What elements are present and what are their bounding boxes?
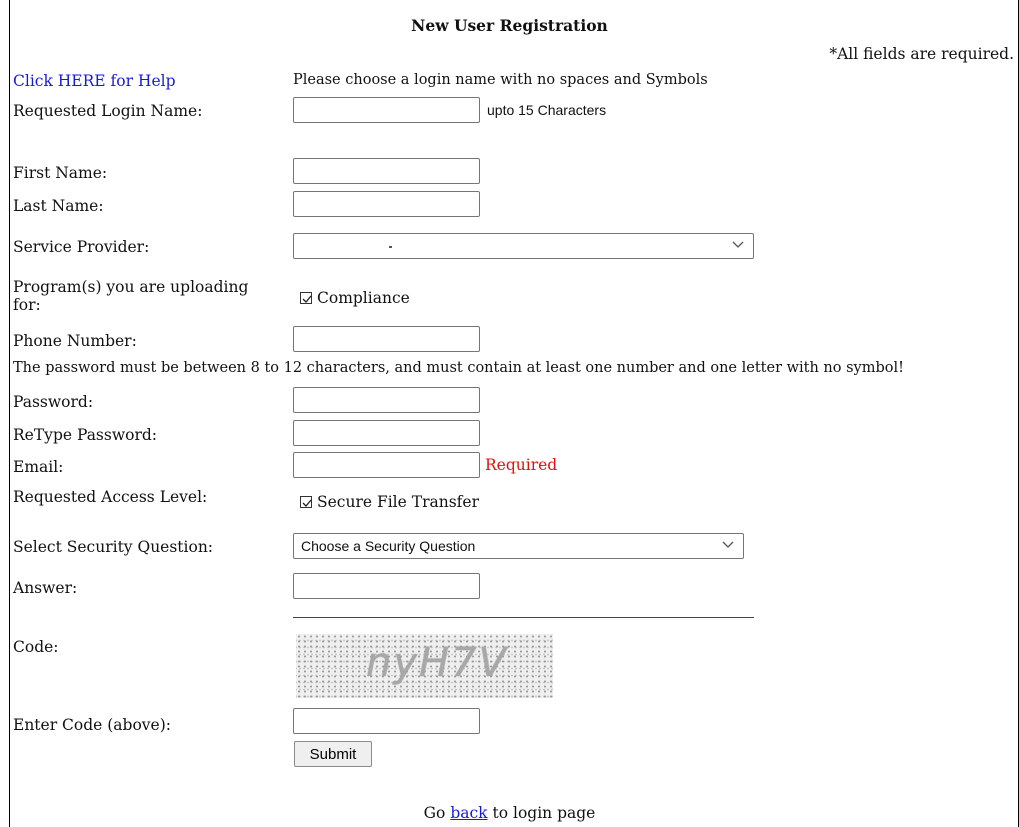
phone-input[interactable]	[293, 326, 480, 352]
email-input[interactable]	[293, 452, 480, 478]
redacted-mark	[389, 246, 392, 248]
checkmark-icon	[302, 295, 312, 303]
secure-file-transfer-option[interactable]: Secure File Transfer	[300, 493, 479, 511]
security-question-label: Select Security Question:	[13, 538, 214, 556]
secure-file-transfer-label: Secure File Transfer	[317, 493, 479, 511]
help-link[interactable]: Click HERE for Help	[13, 72, 176, 90]
code-label: Code:	[13, 638, 59, 656]
answer-input[interactable]	[293, 573, 480, 599]
compliance-checkbox[interactable]	[300, 292, 312, 304]
email-label: Email:	[13, 458, 64, 476]
chevron-down-icon	[732, 241, 744, 248]
secure-file-transfer-checkbox[interactable]	[300, 496, 312, 508]
registration-page: New User Registration *All fields are re…	[0, 0, 1019, 827]
left-border	[9, 0, 10, 827]
enter-code-input[interactable]	[293, 708, 480, 734]
password-label: Password:	[13, 393, 94, 411]
compliance-label: Compliance	[317, 289, 410, 307]
retype-password-input[interactable]	[293, 420, 480, 446]
required-note: *All fields are required.	[829, 45, 1014, 63]
last-name-label: Last Name:	[13, 197, 104, 215]
security-question-value: Choose a Security Question	[301, 538, 476, 554]
password-input[interactable]	[293, 387, 480, 413]
compliance-option[interactable]: Compliance	[300, 289, 410, 307]
login-name-input[interactable]	[293, 97, 480, 123]
programs-label: Program(s) you are uploading for:	[13, 278, 249, 314]
first-name-label: First Name:	[13, 164, 108, 182]
password-rule: The password must be between 8 to 12 cha…	[13, 360, 904, 376]
phone-label: Phone Number:	[13, 332, 137, 350]
captcha-image: nyH7V	[296, 634, 553, 698]
last-name-input[interactable]	[293, 191, 480, 217]
captcha-text: nyH7V	[366, 640, 508, 686]
access-level-label: Requested Access Level:	[13, 488, 208, 506]
retype-password-label: ReType Password:	[13, 426, 157, 444]
enter-code-label: Enter Code (above):	[13, 716, 171, 734]
service-provider-select[interactable]	[293, 233, 754, 259]
email-required-text: Required	[485, 456, 558, 474]
answer-label: Answer:	[13, 579, 78, 597]
login-name-label: Requested Login Name:	[13, 102, 203, 120]
footer-suffix: to login page	[492, 804, 596, 822]
footer-prefix: Go	[423, 804, 446, 822]
page-title: New User Registration	[411, 16, 608, 35]
divider	[293, 617, 754, 618]
chevron-down-icon	[722, 541, 734, 548]
first-name-input[interactable]	[293, 158, 480, 184]
service-provider-label: Service Provider:	[13, 238, 150, 256]
login-name-hint: upto 15 Characters	[487, 102, 607, 118]
checkmark-icon	[302, 499, 312, 507]
back-link[interactable]: back	[450, 804, 487, 822]
footer: Go back to login page	[0, 804, 1019, 822]
submit-button[interactable]: Submit	[294, 741, 372, 767]
security-question-select[interactable]: Choose a Security Question	[293, 533, 744, 559]
login-hint: Please choose a login name with no space…	[293, 72, 708, 88]
